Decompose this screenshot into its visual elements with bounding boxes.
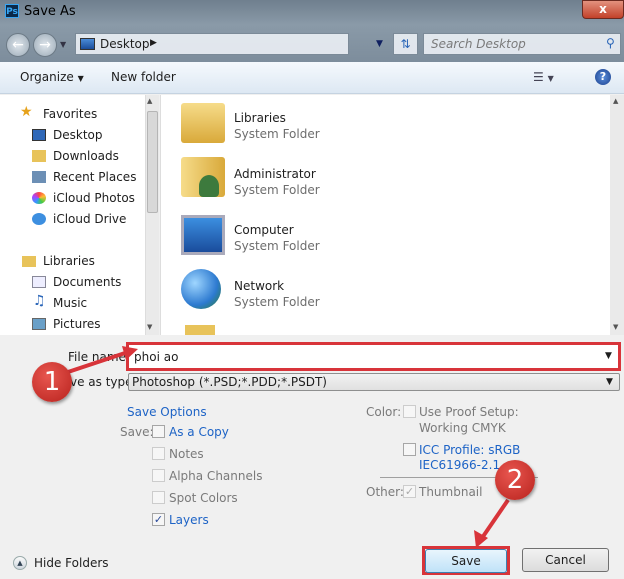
step-2-marker: 2 xyxy=(495,460,535,500)
arrow-1 xyxy=(67,350,129,374)
arrow-1-head xyxy=(122,346,138,360)
step-1-marker: 1 xyxy=(32,362,72,402)
arrow-2 xyxy=(480,498,510,540)
